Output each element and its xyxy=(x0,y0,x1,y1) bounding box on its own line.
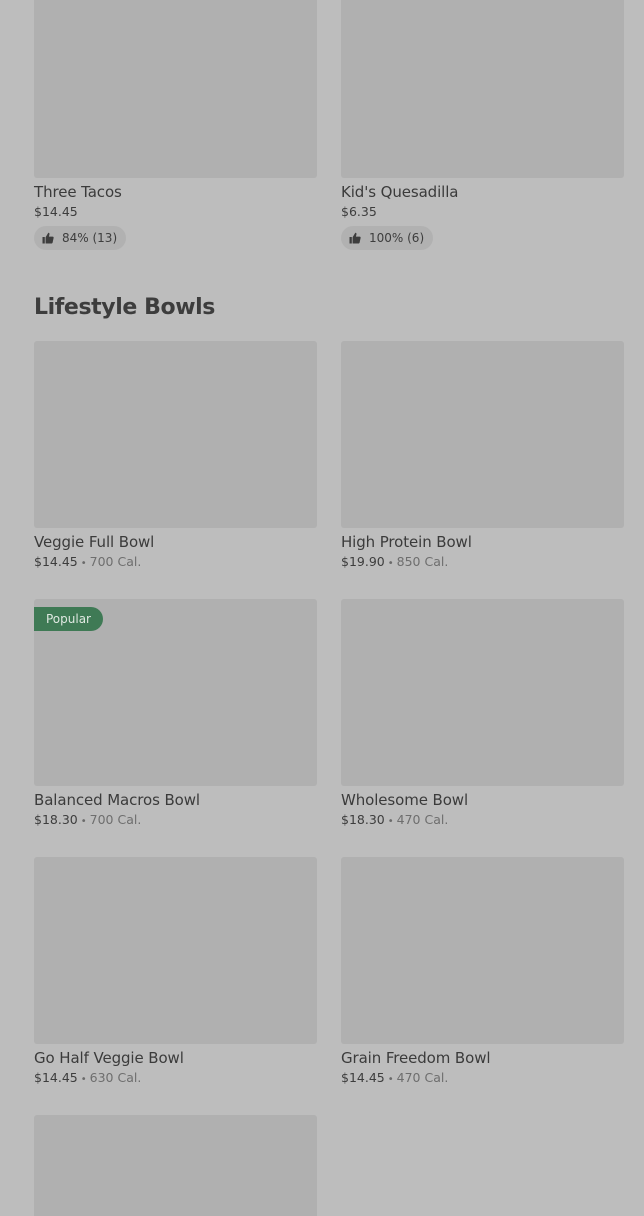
item-name: High Protein Bowl xyxy=(341,533,472,551)
item-meta: $18.30 • 470 Cal. xyxy=(341,812,624,830)
meta-separator: • xyxy=(387,558,394,569)
item-calories: 470 Cal. xyxy=(396,812,449,827)
thumbs-up-icon xyxy=(349,232,361,244)
menu-item-card[interactable]: Go Half Veggie Bowl $14.45 • 630 Cal. xyxy=(34,857,317,1088)
item-name: Go Half Veggie Bowl xyxy=(34,1049,184,1067)
section-title: Lifestyle Bowls xyxy=(34,295,215,320)
item-meta: $18.30 • 700 Cal. xyxy=(34,812,317,830)
item-image[interactable] xyxy=(34,1115,317,1216)
item-name: Veggie Full Bowl xyxy=(34,533,155,551)
item-meta: $14.45 xyxy=(34,204,317,220)
menu-item-card[interactable]: High Protein Bowl $19.90 • 850 Cal. xyxy=(341,341,624,572)
item-image[interactable] xyxy=(341,599,624,786)
item-meta: $14.45 • 470 Cal. xyxy=(341,1070,624,1088)
menu-item-card[interactable]: Wholesome Bowl $18.30 • 470 Cal. xyxy=(341,599,624,830)
item-image[interactable] xyxy=(341,0,624,178)
item-image[interactable] xyxy=(34,341,317,528)
item-calories: 700 Cal. xyxy=(89,812,142,827)
meta-separator: • xyxy=(80,558,87,569)
item-name: Three Tacos xyxy=(34,183,122,201)
item-name: Kid's Quesadilla xyxy=(341,183,459,201)
meta-separator: • xyxy=(387,816,394,827)
item-price: $14.45 xyxy=(34,1070,78,1085)
item-calories: 630 Cal. xyxy=(89,1070,142,1085)
item-price: $14.45 xyxy=(341,1070,385,1085)
item-price: $19.90 xyxy=(341,554,385,569)
item-image[interactable] xyxy=(341,857,624,1044)
item-price: $18.30 xyxy=(341,812,385,827)
item-meta: $14.45 • 700 Cal. xyxy=(34,554,317,572)
item-calories: 470 Cal. xyxy=(396,1070,449,1085)
item-meta: $14.45 • 630 Cal. xyxy=(34,1070,317,1088)
item-image[interactable]: Popular xyxy=(34,599,317,786)
item-price: $6.35 xyxy=(341,204,377,219)
item-name: Grain Freedom Bowl xyxy=(341,1049,491,1067)
item-price: $14.45 xyxy=(34,554,78,569)
item-price: $14.45 xyxy=(34,204,78,219)
menu-item-card[interactable]: Grain Freedom Bowl $14.45 • 470 Cal. xyxy=(341,857,624,1088)
rating-pill: 84% (13) xyxy=(34,226,127,250)
item-image[interactable] xyxy=(34,857,317,1044)
item-meta: $19.90 • 850 Cal. xyxy=(341,554,624,572)
menu-item-card[interactable]: Veggie Full Bowl $14.45 • 700 Cal. xyxy=(34,341,317,572)
meta-separator: • xyxy=(80,1074,87,1085)
menu-item-card[interactable]: Kid's Quesadilla $6.35 100% (6) xyxy=(341,0,624,250)
item-image[interactable] xyxy=(341,341,624,528)
menu-item-card[interactable]: Popular Balanced Macros Bowl $18.30 • 700 … xyxy=(34,599,317,830)
item-meta: $6.35 xyxy=(341,204,624,220)
menu-item-card[interactable]: Three Tacos $14.45 84% (13) xyxy=(34,0,317,250)
item-calories: 700 Cal. xyxy=(89,554,142,569)
item-calories: 850 Cal. xyxy=(396,554,449,569)
item-name: Wholesome Bowl xyxy=(341,791,469,809)
rating-value: 84% (13) xyxy=(62,231,118,245)
menu-item-card[interactable] xyxy=(34,1115,317,1216)
meta-separator: • xyxy=(387,1074,394,1085)
thumbs-up-icon xyxy=(42,232,54,244)
meta-separator: • xyxy=(80,816,87,827)
item-image[interactable] xyxy=(34,0,317,178)
rating-pill: 100% (6) xyxy=(341,226,434,250)
item-price: $18.30 xyxy=(34,812,78,827)
popular-badge: Popular xyxy=(34,607,103,631)
rating-value: 100% (6) xyxy=(369,231,425,245)
item-name: Balanced Macros Bowl xyxy=(34,791,200,809)
